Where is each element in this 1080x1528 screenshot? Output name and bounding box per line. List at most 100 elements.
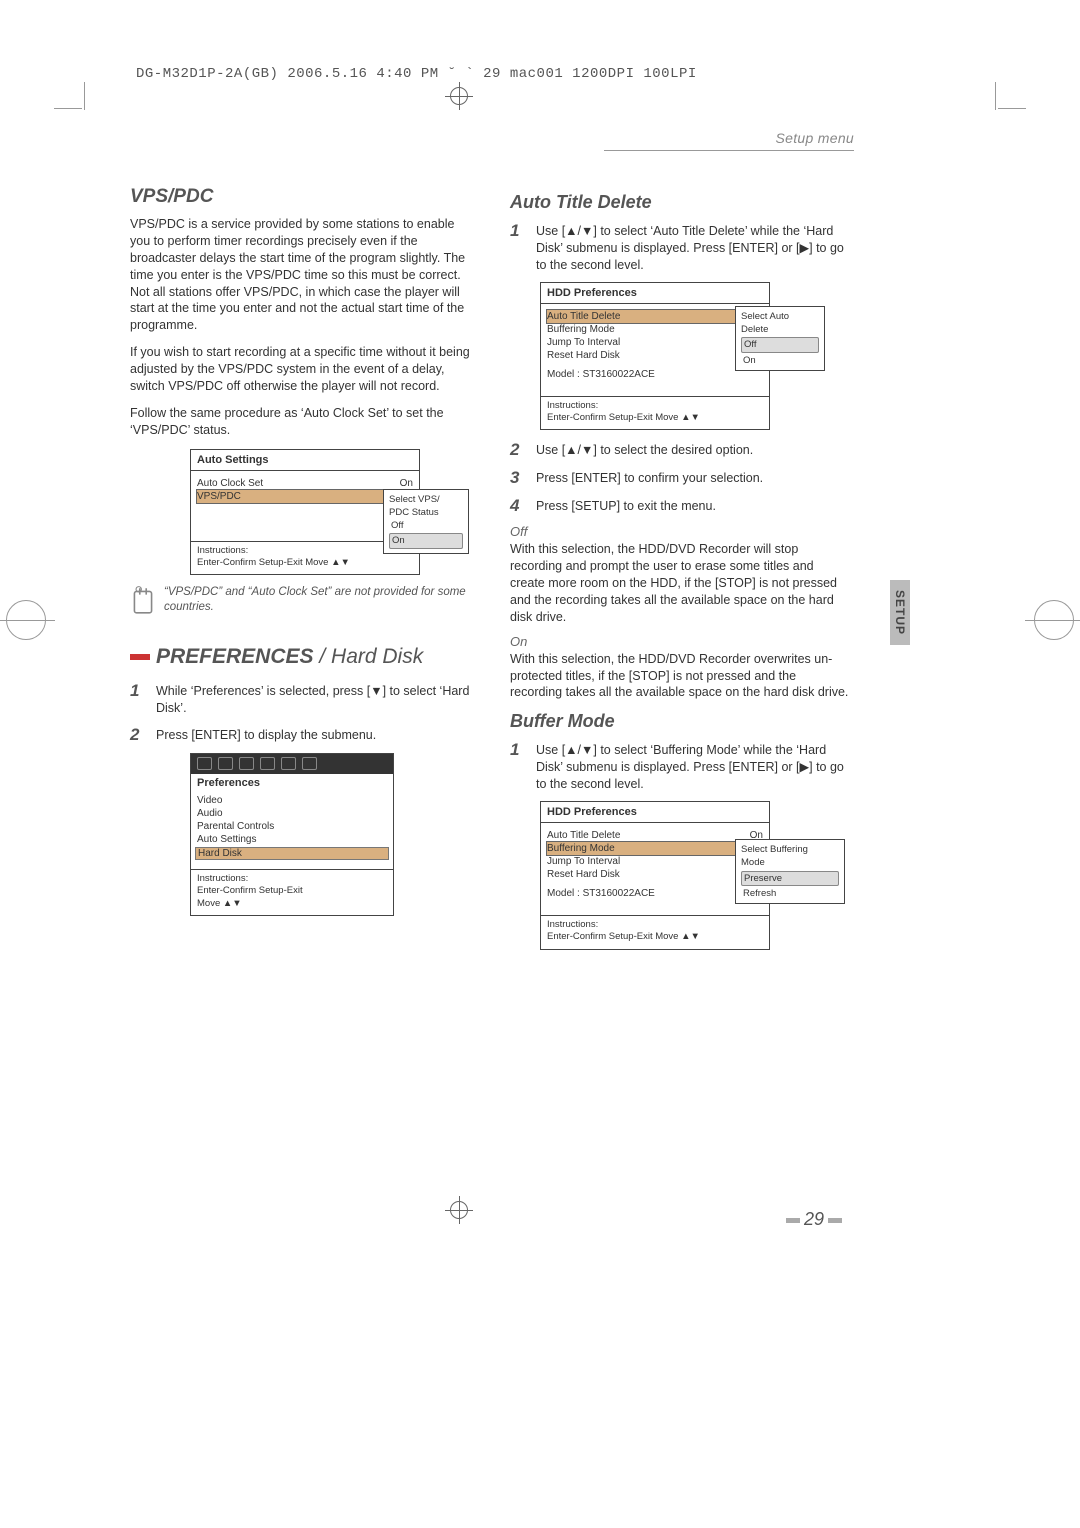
step-text: Use [▲/▼] to select ‘Auto Title Delete’ … [536, 221, 850, 274]
osd-hdd-prefs-2: HDD Preferences Auto Title DeleteOn Buff… [540, 801, 770, 950]
osd-list-item: Video [197, 794, 387, 807]
osd-small-icon [281, 757, 296, 770]
step-number: 1 [510, 740, 526, 793]
osd-title: Auto Settings [191, 450, 419, 471]
on-paragraph: With this selection, the HDD/DVD Recorde… [510, 651, 850, 702]
osd-instructions-label: Instructions: [547, 400, 763, 412]
osd-title: Preferences [191, 774, 393, 792]
note-icon [130, 585, 156, 615]
popup-option-preserve: Preserve [741, 871, 839, 886]
osd-model-label: Model : ST3160022ACE [547, 888, 655, 899]
step-text: Press [ENTER] to confirm your selection. [536, 468, 850, 488]
section-title-strong: PREFERENCES [156, 645, 314, 668]
vps-paragraph-2: If you wish to start recording at a spec… [130, 344, 470, 395]
heading-auto-title-delete: Auto Title Delete [510, 192, 850, 213]
crop-mark [54, 108, 82, 109]
page-number-dash-icon [786, 1218, 800, 1223]
header-setup-menu: Setup menu [776, 130, 855, 146]
osd-row-label: Buffering Mode [547, 843, 615, 854]
popup-title: Select Auto Delete [741, 310, 819, 337]
osd-instructions-text: Enter-Confirm Setup-Exit Move ▲▼ [547, 412, 763, 424]
osd-title: HDD Preferences [541, 802, 769, 823]
crop-mark [995, 82, 996, 110]
osd-list-item: Parental Controls [197, 820, 387, 833]
vps-paragraph-3: Follow the same procedure as ‘Auto Clock… [130, 405, 470, 439]
osd-instructions-label: Instructions: [197, 545, 413, 557]
step-row: 1 While ‘Preferences’ is selected, press… [130, 681, 470, 717]
osd-instructions-label: Instructions: [197, 873, 387, 885]
osd-small-icon [239, 757, 254, 770]
step-text: Press [SETUP] to exit the menu. [536, 496, 850, 516]
osd-hdd-prefs-1: HDD Preferences Auto Title DeleteOn Buff… [540, 282, 770, 431]
page-number: 29 [782, 1209, 846, 1230]
subheading-on: On [510, 634, 850, 649]
popup-title: Select Buffering Mode [741, 843, 839, 870]
popup-option-off: Off [389, 519, 463, 532]
popup-option-off: Off [741, 337, 819, 352]
osd-title: HDD Preferences [541, 283, 769, 304]
step-number: 2 [510, 440, 526, 460]
step-number: 1 [510, 221, 526, 274]
osd-row-label: Auto Clock Set [197, 478, 263, 489]
heading-buffer-mode: Buffer Mode [510, 711, 850, 732]
popup-option-on: On [389, 533, 463, 548]
osd-row-label: Buffering Mode [547, 324, 615, 335]
osd-instructions-text: Enter-Confirm Setup-Exit Move ▲▼ [547, 931, 763, 943]
step-number: 3 [510, 468, 526, 488]
osd-row-value: On [400, 478, 413, 489]
popup-option-on: On [741, 354, 819, 367]
page-number-dash-icon [828, 1218, 842, 1223]
osd-instructions-text: Enter-Confirm Setup-Exit [197, 885, 387, 897]
osd-row-label: Jump To Interval [547, 337, 620, 348]
section-heading-preferences: PREFERENCES / Hard Disk [130, 645, 470, 669]
right-column: Auto Title Delete 1Use [▲/▼] to select ‘… [510, 186, 850, 960]
popup-title: Select VPS/ PDC Status [389, 493, 463, 520]
heading-vps-pdc: VPS/PDC [130, 186, 470, 208]
osd-icon-row [191, 754, 393, 774]
osd-model-label: Model : ST3160022ACE [547, 369, 655, 380]
osd-small-icon [218, 757, 233, 770]
note-text: “VPS/PDC” and “Auto Clock Set” are not p… [164, 585, 470, 615]
osd-auto-settings: Auto Settings Auto Clock SetOn VPS/PDC S… [190, 449, 420, 576]
osd-preferences: Preferences Video Audio Parental Control… [190, 753, 394, 916]
step-number: 2 [130, 725, 146, 745]
registration-mark-icon [445, 82, 473, 110]
osd-list-item-selected: Hard Disk [195, 847, 389, 860]
section-title-thin: / Hard Disk [314, 645, 424, 668]
osd-row-label: VPS/PDC [197, 491, 241, 502]
osd-instructions-text: Enter-Confirm Setup-Exit Move ▲▼ [197, 557, 413, 569]
osd-small-icon [260, 757, 275, 770]
osd-row-label: Auto Title Delete [547, 311, 620, 322]
off-paragraph: With this selection, the HDD/DVD Recorde… [510, 541, 850, 625]
osd-small-icon [302, 757, 317, 770]
osd-instructions-label: Instructions: [547, 919, 763, 931]
step-text: While ‘Preferences’ is selected, press [… [156, 681, 470, 717]
crop-mark [84, 82, 85, 110]
registration-mark-icon [1034, 600, 1074, 640]
left-column: VPS/PDC VPS/PDC is a service provided by… [130, 186, 470, 922]
osd-row-label: Auto Title Delete [547, 830, 620, 841]
print-job-header: DG-M32D1P-2A(GB) 2006.5.16 4:40 PM ˘ ` 2… [136, 66, 697, 82]
osd-row-label: Reset Hard Disk [547, 869, 620, 880]
osd-row-label: Jump To Interval [547, 856, 620, 867]
registration-mark-icon [6, 600, 46, 640]
popup-option-refresh: Refresh [741, 887, 839, 900]
section-red-dash-icon [130, 654, 150, 660]
step-number: 4 [510, 496, 526, 516]
header-bar: Setup menu [604, 130, 854, 151]
step-row: 2 Press [ENTER] to display the submenu. [130, 725, 470, 745]
osd-list-item: Auto Settings [197, 833, 387, 846]
section-tab-setup: SETUP [890, 580, 910, 645]
osd-list-item: Audio [197, 807, 387, 820]
note-block: “VPS/PDC” and “Auto Clock Set” are not p… [130, 585, 470, 615]
crop-mark [998, 108, 1026, 109]
osd-small-icon [197, 757, 212, 770]
subheading-off: Off [510, 524, 850, 539]
osd-instructions-text: Move ▲▼ [197, 898, 387, 910]
step-number: 1 [130, 681, 146, 717]
page-content: Setup menu SETUP VPS/PDC VPS/PDC is a se… [130, 130, 950, 1230]
step-text: Use [▲/▼] to select ‘Buffering Mode’ whi… [536, 740, 850, 793]
step-text: Use [▲/▼] to select the desired option. [536, 440, 850, 460]
vps-paragraph-1: VPS/PDC is a service provided by some st… [130, 216, 470, 334]
step-text: Press [ENTER] to display the submenu. [156, 725, 470, 745]
